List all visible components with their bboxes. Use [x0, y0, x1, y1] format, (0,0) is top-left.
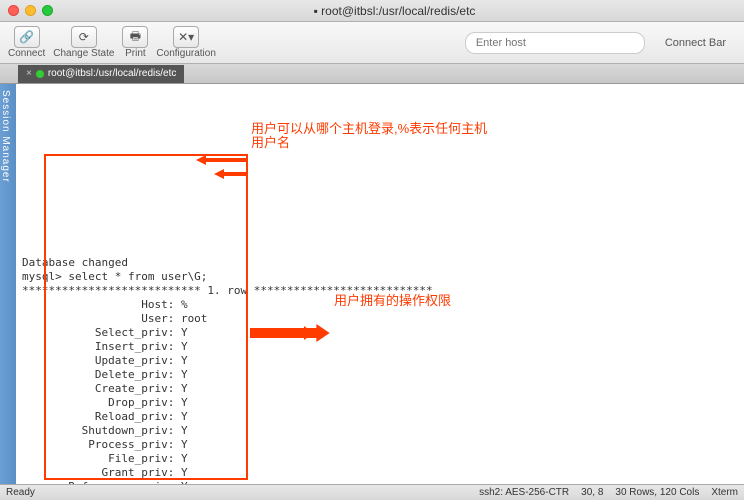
host-input[interactable]	[465, 32, 645, 54]
minimize-window-button[interactable]	[25, 5, 36, 16]
connect-button[interactable]: 🔗 Connect	[8, 26, 45, 59]
annotation-host: 用户可以从哪个主机登录,%表示任何主机	[251, 122, 487, 136]
configuration-button[interactable]: ✕▾ Configuration	[156, 26, 215, 59]
tab-label: root@itbsl:/usr/local/redis/etc	[48, 68, 177, 79]
window-title-text: root@itbsl:/usr/local/redis/etc	[321, 4, 475, 18]
tab-bar: × root@itbsl:/usr/local/redis/etc	[0, 64, 744, 84]
print-label: Print	[125, 48, 146, 59]
arrow-privs	[250, 296, 330, 370]
session-manager-label: Session Manager	[0, 90, 11, 183]
configuration-icon: ✕▾	[173, 26, 199, 48]
session-manager-sidebar[interactable]: Session Manager	[0, 84, 16, 484]
print-icon: 🖶	[122, 26, 148, 48]
print-button[interactable]: 🖶 Print	[122, 26, 148, 59]
connect-bar-label: Connect Bar	[665, 37, 726, 49]
change-state-button[interactable]: ⟳ Change State	[53, 26, 114, 59]
arrow-user	[214, 140, 254, 208]
window-titlebar: ▪ root@itbsl:/usr/local/redis/etc	[0, 0, 744, 22]
terminal-icon: ▪	[314, 4, 318, 18]
connect-label: Connect	[8, 48, 45, 59]
status-ready: Ready	[6, 487, 35, 498]
toolbar: 🔗 Connect ⟳ Change State 🖶 Print ✕▾ Conf…	[0, 22, 744, 64]
status-term-type: Xterm	[711, 487, 738, 498]
status-cursor-pos: 30, 8	[581, 487, 603, 498]
status-bar: Ready ssh2: AES-256-CTR 30, 8 30 Rows, 1…	[0, 484, 744, 500]
terminal-output[interactable]: 用户可以从哪个主机登录,%表示任何主机 用户名 用户拥有的操作权限 Databa…	[16, 84, 744, 484]
terminal-line: References_priv: Y	[22, 480, 738, 484]
configuration-label: Configuration	[156, 48, 215, 59]
annotation-privs: 用户拥有的操作权限	[334, 294, 451, 308]
change-state-icon: ⟳	[71, 26, 97, 48]
close-tab-icon[interactable]: ×	[26, 68, 32, 79]
window-title: ▪ root@itbsl:/usr/local/redis/etc	[53, 4, 736, 18]
connected-status-icon	[36, 70, 44, 78]
close-window-button[interactable]	[8, 5, 19, 16]
connect-icon: 🔗	[14, 26, 40, 48]
status-terminal-size: 30 Rows, 120 Cols	[615, 487, 699, 498]
maximize-window-button[interactable]	[42, 5, 53, 16]
annotation-user: 用户名	[251, 136, 290, 150]
session-tab[interactable]: × root@itbsl:/usr/local/redis/etc	[18, 65, 184, 83]
change-state-label: Change State	[53, 48, 114, 59]
status-ssh: ssh2: AES-256-CTR	[479, 487, 569, 498]
traffic-lights	[8, 5, 53, 16]
